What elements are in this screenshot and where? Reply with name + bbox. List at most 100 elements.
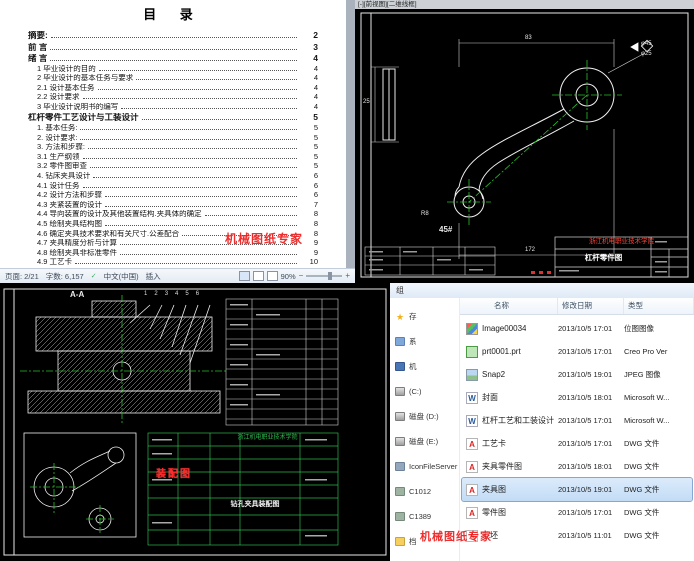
toc-entry[interactable]: 4.8 绘制夹具非标准零件 9 [0,247,346,257]
proofing-check-icon[interactable]: ✓ [91,272,97,280]
toc-entry[interactable]: 4.9 工艺卡 10 [0,256,346,266]
toc-entry[interactable]: 前 言 3 [0,40,346,52]
file-date-modified: 2013/10/5 17:01 [558,347,613,356]
viewport-label[interactable]: [-][前视图][二维线框] [358,1,417,8]
status-insert-mode[interactable]: 插入 [146,271,161,282]
toc-page-number: 4 [313,53,318,63]
zoom-level[interactable]: 90% [281,272,296,281]
zoom-slider-thumb[interactable] [328,272,333,280]
toc-entry[interactable]: 绪 言 4 [0,51,346,63]
part-drawing-canvas[interactable] [355,9,694,283]
file-name-cell: Snap2 [462,368,558,381]
toc-title: 目 录 [143,7,203,22]
section-view-geometry [27,300,221,414]
status-language[interactable]: 中文(中国) [104,271,139,282]
file-name: 夹具图 [482,485,506,494]
nav-item[interactable]: C1012 [390,479,459,504]
nav-item[interactable]: 系 [390,329,459,354]
column-header-date[interactable]: 修改日期 [558,298,624,314]
toc-entry-label: 4.3 夹紧装置的设计 [37,200,103,209]
toc-entry[interactable]: 4.2 设计方法和步骤 6 [0,189,346,199]
file-type: DWG 文件 [624,462,660,471]
file-date-modified: 2013/10/5 18:01 [558,462,613,471]
nav-item[interactable]: ★ 存 [390,304,459,329]
lever-part-geometry [453,67,615,218]
nav-item[interactable]: 机 [390,354,459,379]
column-header-name[interactable]: 名称 [460,298,558,314]
dwg-file-icon [466,437,478,450]
toc-entry[interactable]: 4.4 导向装置的设计及其他装置结构.夹具体的确定 8 [0,208,346,218]
toc-entry[interactable]: 4.5 绘制夹具结构图 8 [0,218,346,228]
toc-entry[interactable]: 1. 基本任务: 5 [0,122,346,132]
jpeg-image-icon [466,368,478,381]
file-row[interactable]: 封面 2013/10/5 18:01 Microsoft W... [462,386,692,409]
parts-list-grid [225,298,339,426]
assembly-drawing-canvas[interactable] [0,283,390,561]
nav-item[interactable]: (C:) [390,379,459,404]
view-compass-icon[interactable] [630,39,654,53]
file-row[interactable]: 杠杆工艺和工装设计 2013/10/5 17:01 Microsoft W... [462,409,692,432]
organize-button-fragment[interactable]: 组 [396,286,404,295]
toc-entry[interactable]: 2.1 设计基本任务 4 [0,82,346,92]
web-layout-view-icon[interactable] [266,271,278,281]
nav-item[interactable]: IconFileServer [390,454,459,479]
nav-item[interactable]: 磁盘 (D:) [390,404,459,429]
nav-item-label: 机 [409,362,417,371]
toc-entry[interactable]: 3. 方法和步骤: 5 [0,141,346,151]
file-row[interactable]: 夹具零件图 2013/10/5 18:01 DWG 文件 [462,455,692,478]
column-header-type[interactable]: 类型 [624,298,694,314]
toc-entry[interactable]: 3.1 生产纲领 5 [0,151,346,161]
toc-entry[interactable]: 2 毕业设计的基本任务与要求 4 [0,72,346,82]
file-row[interactable]: 零件图 2013/10/5 17:01 DWG 文件 [462,501,692,524]
toc-page-number: 4 [313,101,318,111]
nav-item[interactable]: C1389 [390,504,459,529]
toc-page-number: 8 [313,219,318,228]
zoom-slider[interactable] [306,272,343,280]
toc-entry[interactable]: 摘要: 2 [0,28,346,40]
toc-leader-dots [204,215,297,217]
toc-entry[interactable]: 2. 设计要求: 5 [0,132,346,142]
reading-view-icon[interactable] [252,271,264,281]
status-page-indicator[interactable]: 页面: 2/21 [5,271,39,282]
toc-entry[interactable]: 3.2 零件图审查 5 [0,160,346,170]
toc-entry[interactable]: 3 毕业设计说明书的编写 4 [0,101,346,111]
toc-leader-dots [87,148,297,150]
viewport-controls[interactable]: [-][前视图][二维线框] [355,0,694,9]
toc-leader-dots [50,48,297,50]
watermark-stamp: 机械图纸专家 [420,531,492,543]
toc-leader-dots [121,107,297,109]
file-row[interactable]: 毛坯2013/10/5 11:01DWG 文件 [462,524,692,547]
word-page[interactable]: 目 录 摘要: 2 前 言3绪 言41 毕业设计的目的 4 2 毕业设计的基本任务与要求… [0,0,346,269]
creo-part-icon [466,345,478,358]
file-row[interactable]: 工艺卡 2013/10/5 17:01 DWG 文件 [462,432,692,455]
file-row[interactable]: Image00034 2013/10/5 17:01 位图图像 [462,317,692,340]
file-date-modified: 2013/10/5 19:01 [558,370,613,379]
folder-icon [395,537,405,546]
toc-entry[interactable]: 杠杆零件工艺设计与工装设计 5 [0,110,346,122]
zoom-in-icon[interactable]: + [345,272,350,280]
bitmap-image-icon [466,322,478,335]
toc-page-number: 6 [313,171,318,181]
file-type: DWG 文件 [624,531,660,540]
print-layout-view-icon[interactable] [238,271,250,281]
file-explorer-window: 组 ★ 存系机 (C:) 磁盘 (D:) 磁盘 (E:) IconFileServer C1… [390,283,694,561]
zoom-out-icon[interactable]: − [299,272,304,280]
file-row[interactable]: 夹具图 2013/10/5 19:01 DWG 文件 [461,477,693,502]
toc-entry[interactable]: 4.3 夹紧装置的设计 7 [0,199,346,209]
status-word-count[interactable]: 字数: 6,157 [46,271,84,282]
file-name: 零件图 [482,508,506,517]
toc-entry[interactable]: 1 毕业设计的目的 4 [0,63,346,73]
library-icon [395,337,405,346]
nav-item[interactable]: 磁盘 (E:) [390,429,459,454]
column-header-name-label: 名称 [494,301,509,310]
toc-entry[interactable]: 2.2 设计要求 4 [0,91,346,101]
file-name-cell: 工艺卡 [462,437,558,450]
file-type: Creo Pro Ver [624,347,668,356]
toc-entry-label: 4.5 绘制夹具结构图 [37,220,103,228]
nav-item-label: 系 [409,337,417,346]
toc-page-number: 4 [313,63,318,73]
toc-entry[interactable]: 4.1 设计任务 6 [0,180,346,190]
file-row[interactable]: Snap2 2013/10/5 19:01 JPEG 图像 [462,363,692,386]
file-row[interactable]: prt0001.prt 2013/10/5 17:01 Creo Pro Ver [462,340,692,363]
toc-entry[interactable]: 4. 钻床夹具设计 6 [0,170,346,180]
